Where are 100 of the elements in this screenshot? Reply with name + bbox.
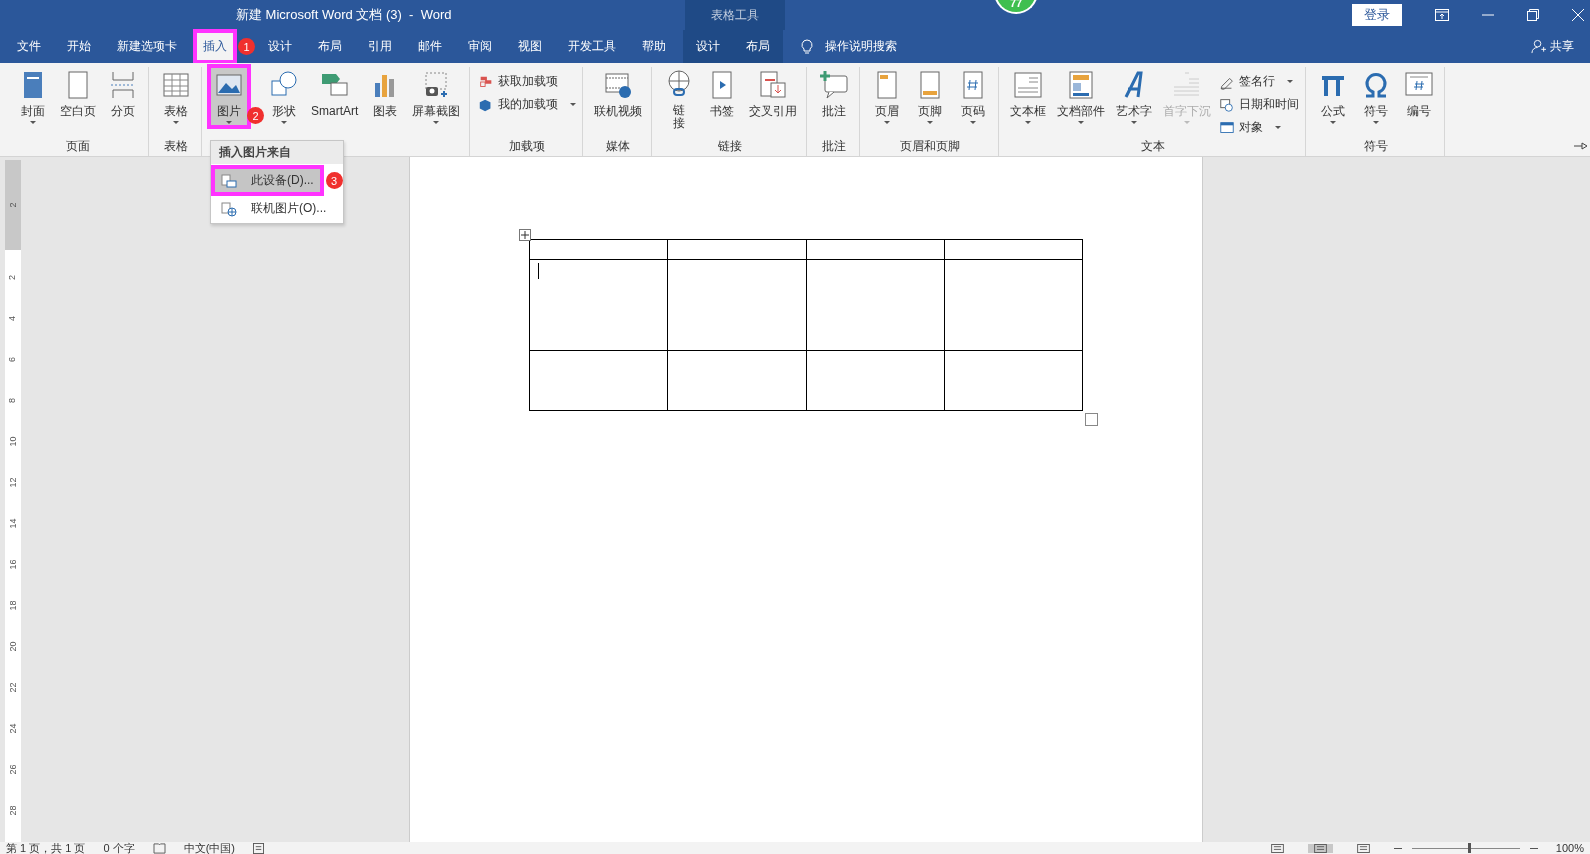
ribbon-button[interactable]: 页码 (954, 67, 993, 126)
caret-icon (173, 121, 179, 124)
ruler-number: 2 (7, 202, 19, 208)
ribbon-button[interactable]: 公式 (1314, 67, 1353, 126)
ribbon-button[interactable]: 文本框 (1007, 67, 1050, 126)
ribbon-button[interactable]: 批注 (815, 67, 854, 120)
ribbon-tab[interactable]: 设计 (683, 30, 733, 63)
proofing-book-icon[interactable] (152, 842, 166, 854)
ribbon-button[interactable]: 页眉 (868, 67, 907, 126)
ribbon-button[interactable]: 文档部件 (1054, 67, 1109, 126)
zoom-level[interactable]: 100% (1555, 842, 1584, 854)
status-text: 第 1 页，共 1 页 (6, 842, 86, 854)
ribbon-button[interactable]: 封面 (14, 67, 52, 126)
caret-icon (226, 121, 232, 124)
group-label: 表格 (163, 138, 189, 155)
table-cell[interactable] (944, 259, 1083, 351)
ribbon-tab[interactable]: 开始 (58, 30, 100, 63)
table-cell[interactable] (806, 239, 945, 260)
ribbon-tab[interactable]: 视图 (509, 30, 551, 63)
ribbon-display-icon[interactable] (1435, 9, 1449, 21)
caret-icon (30, 121, 36, 124)
table-cell[interactable] (944, 239, 1083, 260)
table-cell[interactable] (806, 350, 945, 411)
ribbon-tab[interactable]: 新建选项卡 (108, 30, 186, 63)
tell-me-search[interactable]: 操作说明搜索 (825, 38, 897, 55)
ribbon-tab[interactable]: 布局 (309, 30, 351, 63)
share-button[interactable]: 共享 (1550, 38, 1574, 55)
ribbon-button[interactable]: 形状 (265, 67, 303, 126)
window-title: 新建 Microsoft Word 文档 (3) - Word (236, 6, 452, 24)
close-icon[interactable] (1572, 9, 1584, 21)
restore-icon[interactable] (1527, 9, 1539, 21)
ribbon-button[interactable]: 页脚 (911, 67, 950, 126)
ribbon-button[interactable]: 艺术字 (1113, 67, 1156, 126)
ruler-number: 22 (6, 682, 19, 693)
table-cell[interactable] (667, 259, 806, 351)
table-move-handle[interactable] (519, 229, 531, 241)
ribbon-button[interactable]: 图表 (366, 67, 405, 120)
ribbon-tab[interactable]: 审阅 (459, 30, 501, 63)
ruler-number: 6 (6, 357, 19, 362)
ruler-number: 14 (6, 518, 19, 529)
table-cell[interactable] (667, 239, 806, 260)
table-cell[interactable] (529, 259, 668, 351)
table-cell[interactable] (529, 350, 668, 411)
ribbon-button[interactable]: 编号 (1400, 67, 1439, 120)
table-resize-handle[interactable] (1085, 413, 1098, 426)
table-cell[interactable] (529, 239, 668, 260)
ruler-number: 10 (6, 436, 19, 447)
globe-picture-icon (221, 200, 237, 217)
text-box-icon (1012, 69, 1045, 101)
ruler-number: 24 (6, 723, 19, 734)
ribbon-button[interactable]: 链接 (660, 67, 699, 133)
group-label: 符号 (1363, 138, 1390, 155)
ribbon-tab[interactable]: 布局 (733, 30, 783, 63)
ribbon-button[interactable]: 书签 (703, 67, 742, 120)
ribbon-button[interactable]: 对象 (1219, 119, 1300, 136)
ribbon-button[interactable]: 符号 (1357, 67, 1396, 126)
group-label: 媒体 (605, 138, 632, 155)
ribbon-button[interactable]: 屏幕截图 (409, 67, 464, 126)
ribbon-tab[interactable]: 文件 (8, 30, 50, 63)
ribbon-tab[interactable]: 引用 (359, 30, 401, 63)
caret-icon (970, 121, 977, 124)
caret-icon (433, 121, 440, 124)
ruler-number: 8 (6, 398, 19, 403)
ruler-number: 28 (6, 805, 19, 816)
caret-icon (1078, 121, 1085, 124)
macro-icon[interactable] (253, 842, 264, 854)
group-label: 页眉和页脚 (899, 138, 962, 155)
caret-icon (1025, 121, 1032, 124)
menu-item[interactable]: 联机图片(O)... (215, 197, 333, 220)
ruler-number: 16 (6, 559, 19, 570)
table-cell[interactable] (667, 350, 806, 411)
ribbon-button[interactable]: 我的加载项 (478, 96, 577, 113)
view-button[interactable] (1307, 843, 1333, 853)
ribbon-button[interactable]: 联机视频 (591, 67, 646, 120)
computer-picture-icon (221, 172, 237, 189)
ribbon-button[interactable]: SmartArt (308, 67, 362, 120)
caret-icon (570, 103, 577, 106)
ribbon-button[interactable]: 图片 (210, 67, 248, 126)
status-text: 中文(中国) (183, 842, 235, 854)
ribbon-button[interactable]: 获取加载项 (478, 73, 577, 90)
object-icon (1219, 119, 1236, 136)
ruler-number: 2 (6, 275, 19, 280)
ribbon-button[interactable]: 签名行 (1219, 73, 1300, 90)
caret-icon (1373, 121, 1380, 124)
table-cell[interactable] (944, 350, 1083, 411)
ribbon-tab[interactable]: 开发工具 (559, 30, 625, 63)
ribbon-button[interactable]: 日期和时间 (1219, 96, 1300, 113)
sign-in-button[interactable]: 登录 (1352, 4, 1402, 26)
zoom-thumb[interactable] (1468, 842, 1471, 853)
ribbon-tab[interactable]: 设计 (259, 30, 301, 63)
ribbon-button[interactable]: 空白页 (57, 67, 99, 120)
collapse-ribbon-icon[interactable] (1574, 142, 1588, 150)
ribbon-tab[interactable]: 插入 (194, 30, 236, 63)
ribbon-button[interactable]: 交叉引用 (746, 67, 801, 120)
table-cell[interactable] (806, 259, 945, 351)
ribbon-button[interactable]: 表格 (157, 67, 195, 126)
ribbon-tab[interactable]: 帮助 (633, 30, 675, 63)
ribbon-button[interactable]: 分页 (104, 67, 142, 120)
ribbon-tab[interactable]: 邮件 (409, 30, 451, 63)
caret-icon (281, 121, 287, 124)
